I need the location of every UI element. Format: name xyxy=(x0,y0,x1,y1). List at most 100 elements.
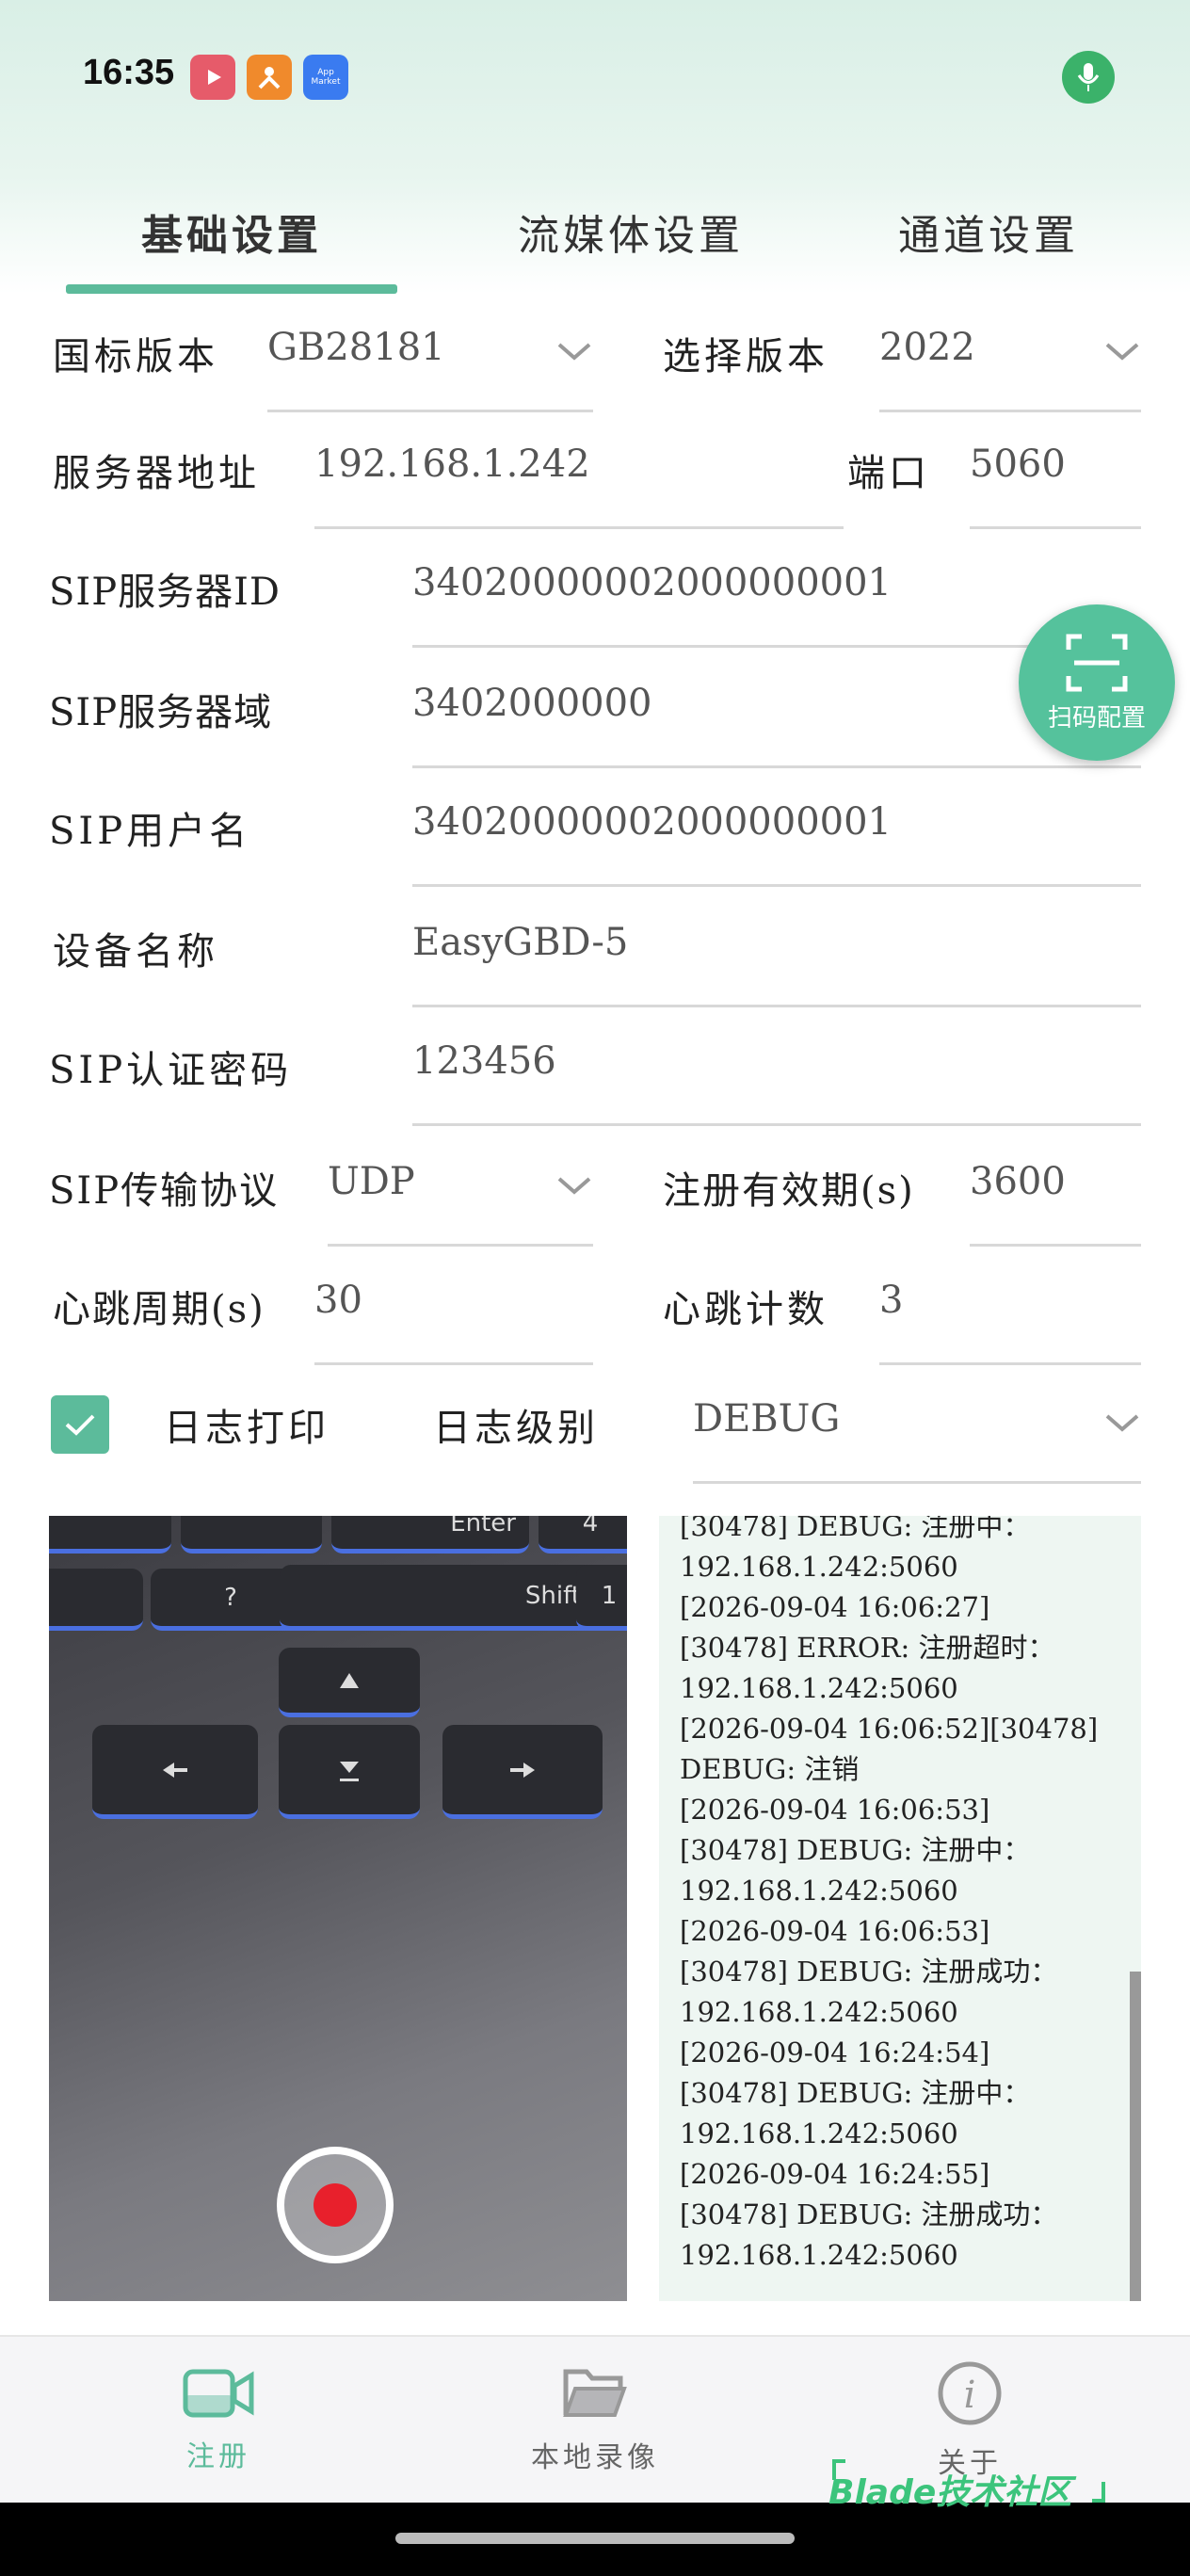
status-bar: 16:35 App Market xyxy=(0,0,1190,151)
record-dot-icon xyxy=(314,2183,357,2227)
select-version-value: 2022 xyxy=(879,326,975,369)
port-input[interactable]: 5060 xyxy=(970,443,1141,529)
device-name-value: EasyGBD-5 xyxy=(412,921,629,964)
log-print-checkbox[interactable] xyxy=(51,1395,109,1454)
log-line: 192.168.1.242:5060 xyxy=(680,2117,958,2149)
device-name-label: 设备名称 xyxy=(53,930,218,974)
log-line: [2026-09-04 16:24:55] xyxy=(680,2158,990,2190)
status-time: 16:35 xyxy=(83,53,175,92)
sip-username-input[interactable]: 34020000002000000001 xyxy=(412,800,1141,887)
watermark-text: Blade技术社区 xyxy=(828,2473,1072,2512)
gesture-handle[interactable] xyxy=(395,2533,795,2544)
arrow-left-key xyxy=(92,1725,258,1819)
tab-basic-settings[interactable]: 基础设置 xyxy=(66,169,397,294)
log-line: [30478] DEBUG: 注册成功： xyxy=(680,1956,1058,1988)
arrow-right-key xyxy=(442,1725,603,1819)
log-line: [2026-09-04 16:06:53] xyxy=(680,1915,990,1947)
sip-password-input[interactable]: 123456 xyxy=(412,1039,1141,1126)
heartbeat-count-input[interactable]: 3 xyxy=(879,1279,1141,1365)
heartbeat-count-label: 心跳计数 xyxy=(663,1288,828,1331)
nav-register-label: 注册 xyxy=(186,2440,250,2473)
info-icon: i xyxy=(938,2361,1002,2425)
chevron-down-icon xyxy=(557,1177,591,1195)
chevron-down-icon xyxy=(1105,1414,1139,1432)
log-line: [30478] DEBUG: 注册中： xyxy=(680,1834,1031,1866)
nav-register[interactable]: 注册 xyxy=(96,2337,341,2504)
log-panel[interactable]: [30478] DEBUG: 注册中： 192.168.1.242:5060 [20… xyxy=(659,1516,1141,2301)
select-version-label: 选择版本 xyxy=(663,335,828,378)
keyboard-key xyxy=(49,1516,171,1554)
tab-stream-settings[interactable]: 流媒体设置 xyxy=(452,169,810,294)
sip-protocol-value: UDP xyxy=(328,1160,415,1203)
gb-version-value: GB28181 xyxy=(267,326,445,369)
registration-expiry-label: 注册有效期(s) xyxy=(663,1169,915,1213)
sip-username-label: SIP用户名 xyxy=(49,810,251,853)
log-line: [2026-09-04 16:06:53] xyxy=(680,1794,990,1826)
sip-domain-value: 3402000000 xyxy=(412,682,652,725)
video-camera-icon xyxy=(183,2369,254,2418)
registration-expiry-value: 3600 xyxy=(970,1160,1066,1203)
scan-config-button[interactable]: 扫码配置 xyxy=(1019,604,1175,761)
log-level-select[interactable]: DEBUG xyxy=(693,1397,1141,1484)
log-level-label: 日志级别 xyxy=(433,1407,599,1450)
log-line: [30478] DEBUG: 注册成功： xyxy=(680,2198,1058,2230)
server-address-input[interactable]: 192.168.1.242 xyxy=(314,443,844,529)
tab-bar: 基础设置 流媒体设置 通道设置 xyxy=(0,169,1190,294)
arrow-up-key xyxy=(279,1648,420,1717)
sip-username-value: 34020000002000000001 xyxy=(412,800,892,844)
log-text: [30478] DEBUG: 注册中： 192.168.1.242:5060 [20… xyxy=(680,1516,1122,2276)
video-app-icon xyxy=(190,55,235,100)
keyboard-key: 4 xyxy=(539,1516,627,1554)
svg-text:i: i xyxy=(964,2374,976,2417)
select-version-select[interactable]: 2022 xyxy=(879,326,1141,412)
app-market-icon: App Market xyxy=(303,55,348,100)
record-button[interactable] xyxy=(277,2147,394,2263)
camera-preview: Enter 4 ? Shift 1 xyxy=(49,1516,627,2301)
log-line: DEBUG: 注销 xyxy=(680,1753,860,1785)
gb-version-select[interactable]: GB28181 xyxy=(267,326,593,412)
log-line: [30478] DEBUG: 注册中： xyxy=(680,1516,1031,1542)
log-line: [30478] DEBUG: 注册中： xyxy=(680,2077,1031,2109)
log-line: 192.168.1.242:5060 xyxy=(680,1875,958,1907)
nav-local-recording[interactable]: 本地录像 xyxy=(473,2337,717,2504)
folder-icon xyxy=(563,2369,627,2417)
heartbeat-count-value: 3 xyxy=(879,1279,904,1322)
chevron-down-icon xyxy=(557,343,591,361)
tab-channel-settings[interactable]: 通道设置 xyxy=(847,169,1130,294)
nav-local-recording-label: 本地录像 xyxy=(531,2441,659,2474)
log-line: 192.168.1.242:5060 xyxy=(680,1551,958,1583)
keyboard-key-enter: Enter xyxy=(331,1516,529,1554)
scan-config-label: 扫码配置 xyxy=(1047,703,1146,733)
chevron-down-icon xyxy=(1105,343,1139,361)
log-print-label: 日志打印 xyxy=(164,1407,330,1450)
sip-protocol-label: SIP传输协议 xyxy=(49,1169,280,1213)
sip-server-id-value: 34020000002000000001 xyxy=(412,561,892,604)
app-market-label: App Market xyxy=(311,68,341,87)
sip-server-id-input[interactable]: 34020000002000000001 xyxy=(412,561,1141,648)
keyboard-key-shift: Shift xyxy=(280,1565,609,1631)
server-address-label: 服务器地址 xyxy=(53,452,260,495)
sip-protocol-select[interactable]: UDP xyxy=(328,1160,593,1247)
gb-version-label: 国标版本 xyxy=(53,335,218,378)
port-value: 5060 xyxy=(970,443,1066,486)
people-app-icon xyxy=(247,55,292,100)
log-line: [2026-09-04 16:06:52][30478] xyxy=(680,1713,1099,1745)
scan-icon xyxy=(1066,634,1128,691)
log-line: [2026-09-04 16:06:27] xyxy=(680,1591,990,1623)
heartbeat-period-input[interactable]: 30 xyxy=(314,1279,593,1365)
log-scrollbar[interactable] xyxy=(1130,1972,1141,2301)
log-level-value: DEBUG xyxy=(693,1397,841,1441)
keyboard-key: 1 xyxy=(576,1565,627,1631)
sip-domain-label: SIP服务器域 xyxy=(49,691,273,734)
microphone-icon xyxy=(1062,51,1115,104)
server-address-value: 192.168.1.242 xyxy=(314,443,590,486)
log-line: 192.168.1.242:5060 xyxy=(680,2239,958,2271)
log-line: 192.168.1.242:5060 xyxy=(680,1996,958,2028)
log-line: [2026-09-04 16:24:54] xyxy=(680,2037,990,2069)
port-label: 端口 xyxy=(847,452,930,495)
arrow-down-key xyxy=(279,1725,420,1819)
sip-password-label: SIP认证密码 xyxy=(49,1049,293,1092)
registration-expiry-input[interactable]: 3600 xyxy=(970,1160,1141,1247)
watermark-bracket xyxy=(1092,2482,1105,2503)
device-name-input[interactable]: EasyGBD-5 xyxy=(412,921,1141,1007)
